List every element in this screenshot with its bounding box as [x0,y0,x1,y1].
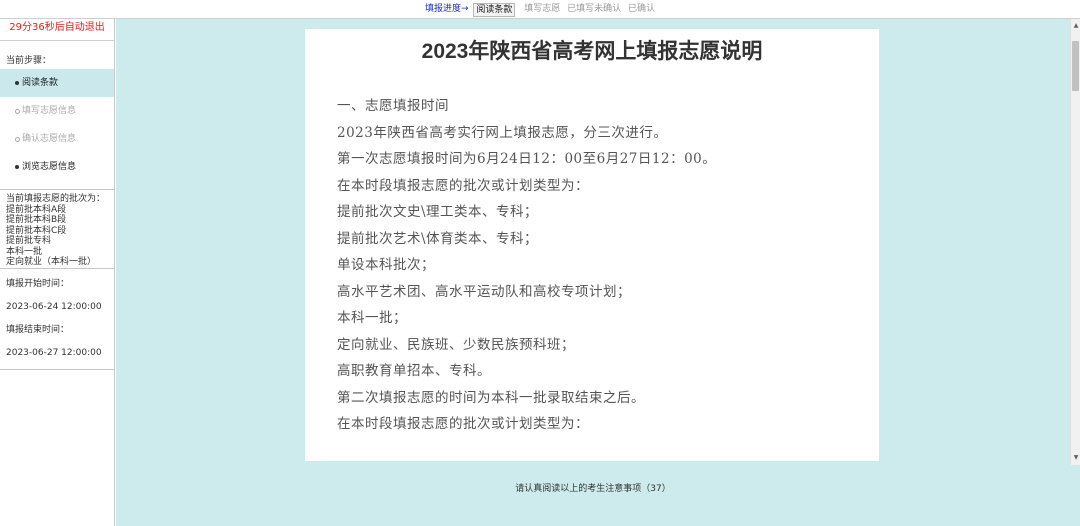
progress-step-current: 阅读条款 [473,2,516,17]
document-line: 高职教育单招本、专科。 [337,363,491,379]
progress-step-pending: 已确认 [628,4,656,14]
document-line: 在本时段填报志愿的批次或计划类型为： [337,416,589,432]
start-time-label: 填报开始时间： [6,279,70,289]
document-line: 本科一批； [337,310,407,326]
start-time-value: 2023-06-24 12:00:00 [6,302,102,312]
document-line: 提前批次艺术\体育类本、专科； [337,230,539,247]
batch-item: 本科一批 [6,246,43,257]
end-time-value: 2023-06-27 12:00:00 [6,348,102,358]
scroll-down-arrow-icon[interactable]: ▼ [1072,453,1080,463]
document-line: 定向就业、民族班、少数民族预科班； [337,336,575,353]
batch-item: 提前批专科 [6,236,52,246]
document-line: 第一次志愿填报时间为6月24日12：00至6月27日12：00。 [337,151,717,167]
batch-list: 当前填报志愿的批次为： 提前批本科A段 提前批本科B段 提前批本科C段 提前批专… [0,190,114,268]
document-line: 单设本科批次； [337,257,435,273]
main-area: 2023年陕西省高考网上填报志愿说明 一、志愿填报时间 2023年陕西省高考实行… [116,19,1070,526]
divider [0,369,114,370]
document-line: 2023年陕西省高考实行网上填报志愿，分三次进行。 [337,124,668,141]
document-line: 高水平艺术团、高水平运动队和高校专项计划； [337,283,631,300]
sidebar-step-browse-info[interactable]: 浏览志愿信息 [0,153,114,181]
sidebar: 29分36秒后自动退出 当前步骤： 阅读条款 填写志愿信息 确认志愿信息 浏览志… [0,19,115,526]
auto-logout-timer: 29分36秒后自动退出 [0,19,114,41]
vertical-scrollbar[interactable]: ▲ ▼ [1070,19,1080,465]
document-line: 第二次填报志愿的时间为本科一批录取结束之后。 [337,389,645,406]
batch-item: 提前批本科A段 [6,204,67,215]
time-block: 填报开始时间： 2023-06-24 12:00:00 填报结束时间： 2023… [0,269,114,361]
sidebar-step-read-terms[interactable]: 阅读条款 [0,69,114,97]
batches-label: 当前填报志愿的批次为： [6,194,106,204]
scroll-up-arrow-icon[interactable]: ▲ [1072,21,1080,31]
sidebar-step-fill-info: 填写志愿信息 [0,97,114,125]
document-line: 一、志愿填报时间 [337,98,449,114]
read-notice-countdown: 请认真阅读以上的考生注意事项（37） [515,484,671,494]
steps-label: 当前步骤： [6,56,52,66]
document-title: 2023年陕西省高考网上填报志愿说明 [421,40,763,63]
end-time-label: 填报结束时间： [6,325,70,335]
progress-step-pending: 填写志愿 [524,4,561,14]
document-line: 提前批次文史\理工类本、专科； [337,204,539,220]
batch-item: 提前批本科B段 [6,215,67,225]
batch-item: 定向就业（本科一批） [6,257,97,267]
terms-document[interactable]: 2023年陕西省高考网上填报志愿说明 一、志愿填报时间 2023年陕西省高考实行… [305,29,879,461]
main-area-corner [1070,465,1080,526]
progress-step-pending: 已填写未确认 [567,4,622,14]
scroll-thumb[interactable] [1072,41,1079,91]
document-body: 一、志愿填报时间 2023年陕西省高考实行网上填报志愿，分三次进行。 第一次志愿… [305,93,879,438]
batch-item: 提前批本科C段 [6,225,67,236]
sidebar-step-confirm-info: 确认志愿信息 [0,125,114,153]
progress-bar: 填报进度→ 阅读条款 填写志愿 已填写未确认 已确认 [0,0,1080,19]
progress-lead: 填报进度→ [424,4,469,14]
document-line: 在本时段填报志愿的批次或计划类型为： [337,177,589,194]
